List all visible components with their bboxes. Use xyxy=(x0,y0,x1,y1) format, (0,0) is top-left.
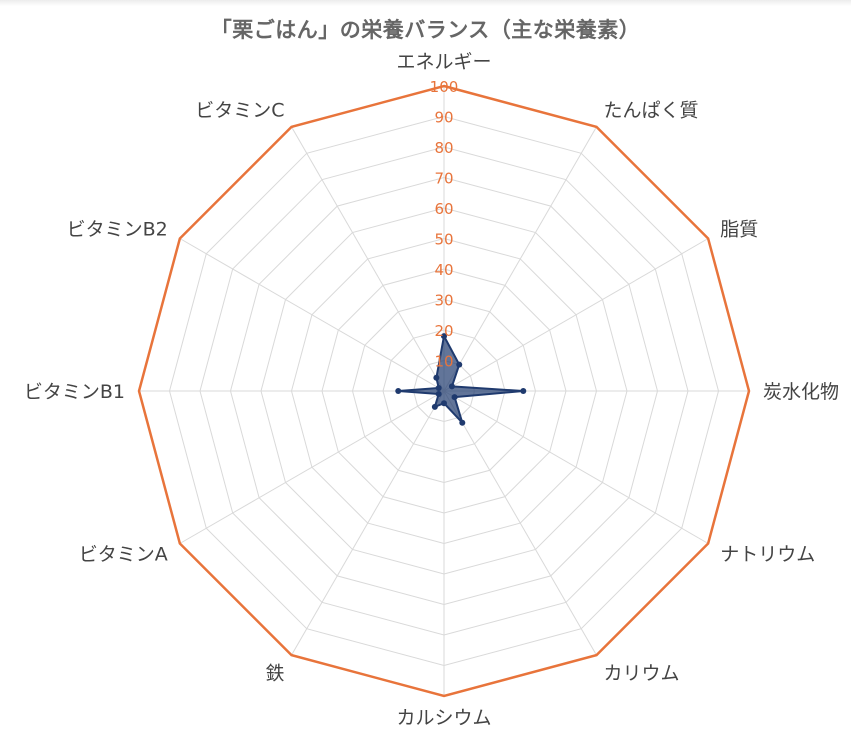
axis-spoke xyxy=(291,126,445,392)
radar-chart: 10 20 30 40 50 60 70 80 90 100 エネルギーたんぱく質脂質炭水化物ナト… xyxy=(24,51,839,729)
data-point xyxy=(451,394,458,401)
data-point xyxy=(435,384,442,391)
axis-spoke xyxy=(179,390,445,544)
axis-label: ナトリウム xyxy=(720,544,815,566)
tick-label: 70 xyxy=(434,170,453,188)
radar-series xyxy=(395,333,527,426)
tick-label: 60 xyxy=(434,200,453,218)
data-point xyxy=(433,374,440,381)
tick-label: 10 xyxy=(434,353,453,371)
axis-label: ビタミンC xyxy=(195,100,284,122)
axis-label: カルシウム xyxy=(396,707,491,729)
tick-label: 50 xyxy=(434,231,453,249)
axis-label: ビタミンB1 xyxy=(24,381,125,403)
axis-spoke xyxy=(443,238,709,392)
axis-spoke xyxy=(291,390,445,656)
tick-label: 20 xyxy=(434,322,453,340)
axis-spoke xyxy=(443,390,597,656)
axis-label: 鉄 xyxy=(265,662,284,684)
axis-label: たんぱく質 xyxy=(604,100,699,122)
axis-label: ビタミンA xyxy=(79,544,168,566)
axis-label: カリウム xyxy=(604,662,680,684)
data-point xyxy=(441,400,447,407)
axis-spoke xyxy=(179,238,445,392)
axis-label: 炭水化物 xyxy=(763,381,839,403)
tick-label: 40 xyxy=(434,261,453,279)
data-point xyxy=(448,383,455,390)
data-point xyxy=(431,403,438,410)
data-point xyxy=(459,419,466,426)
data-point xyxy=(435,391,442,398)
axis-label: ビタミンB2 xyxy=(67,219,168,241)
tick-label: 100 xyxy=(430,78,459,96)
axis-label: 脂質 xyxy=(720,219,758,241)
tick-label: 80 xyxy=(434,139,453,157)
tick-label: 90 xyxy=(434,109,453,127)
axis-label: エネルギー xyxy=(396,51,491,73)
axis-spoke xyxy=(443,390,709,544)
tick-label: 30 xyxy=(434,292,453,310)
axis-spoke xyxy=(443,126,597,392)
data-point xyxy=(395,388,402,394)
data-point xyxy=(456,361,463,368)
data-point xyxy=(520,388,527,394)
